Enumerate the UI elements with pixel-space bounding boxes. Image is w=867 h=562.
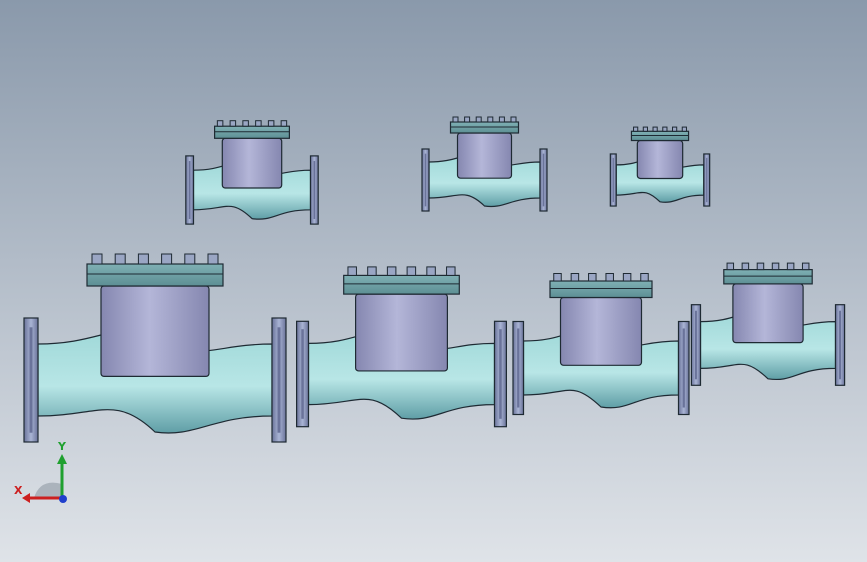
cover-bolt [726,262,735,271]
cover-bolt [498,116,505,123]
flange-face [682,328,685,408]
cover-bolt [406,266,417,276]
flange-face [29,327,33,433]
valve-2[interactable] [421,116,548,212]
cover-bolt [640,273,649,282]
cover-bolt [570,273,580,282]
cover-bolt [622,273,632,282]
bonnet-body [100,285,210,378]
cover-bolt [280,120,288,127]
cover-bolt [786,262,795,271]
flange-face [839,310,842,380]
cover-flange [86,263,224,287]
flange-face [542,153,545,207]
cover-bolt [161,253,173,265]
valve-1[interactable] [185,120,319,225]
flange-face [424,153,427,207]
flange-face [188,161,191,219]
cover-bolt [662,126,668,132]
cover-bolt [756,262,765,271]
axis-triad-graphic [22,454,67,503]
cover-bolt [386,266,397,276]
cover-bolt [267,120,275,127]
cover-bolt [184,253,196,265]
cover-bolt [216,120,224,127]
valve-model-scene[interactable] [0,0,867,562]
x-axis-head [22,493,30,503]
bonnet-body [732,283,804,344]
axis-triad: Y X [14,440,78,510]
cover-bolt [114,253,126,265]
cover-bolt [801,262,810,271]
cover-bolt [446,266,456,276]
valve-6[interactable] [512,273,690,416]
cover-bolt [672,126,678,132]
cover-bolt [137,253,149,265]
valve-5[interactable] [296,266,507,428]
flange-face [517,328,520,408]
cover-bolt [487,116,494,123]
bonnet-body [636,139,684,180]
cover-bolt [771,262,780,271]
cover-bolt [452,116,459,123]
cover-flange [214,125,291,139]
valve-3[interactable] [609,126,711,207]
3d-viewport[interactable]: Y X [0,0,867,562]
cover-bolt [642,126,648,132]
bonnet-body [355,293,449,372]
cover-bolt [347,266,357,276]
cover-bolt [367,266,377,276]
cover-bolt [475,116,482,123]
flange-face [277,327,281,433]
cover-bolt [741,262,750,271]
cover-bolt [464,116,471,123]
cover-bolt [633,126,639,132]
cover-flange [723,269,813,285]
cover-bolt [207,253,219,265]
cover-bolt [255,120,262,127]
flange-face [706,157,708,203]
valve-4[interactable] [23,253,287,443]
flange-face [499,329,502,419]
y-axis-head [57,454,67,464]
cover-bolt [605,273,614,282]
cover-flange [343,274,460,295]
cover-bolt [91,253,103,265]
bonnet-body [221,137,283,189]
cover-bolt [681,126,687,132]
cover-flange [549,280,653,299]
bonnet-body [456,132,513,179]
z-axis-dot [59,495,67,503]
cover-bolt [242,120,249,127]
cover-bolt [229,120,237,127]
cover-bolt [588,273,597,282]
y-axis-label: Y [58,440,66,453]
cover-bolt [510,116,517,123]
flange-face [313,161,316,219]
x-axis-label: X [14,484,23,497]
bonnet-body [559,296,643,366]
cover-bolt [652,126,658,132]
cover-bolt [553,273,562,282]
flange-face [612,157,614,203]
valve-7[interactable] [690,262,846,386]
cover-bolt [426,266,436,276]
triad-plane [34,482,62,498]
flange-face [301,329,304,419]
flange-face [694,310,697,380]
